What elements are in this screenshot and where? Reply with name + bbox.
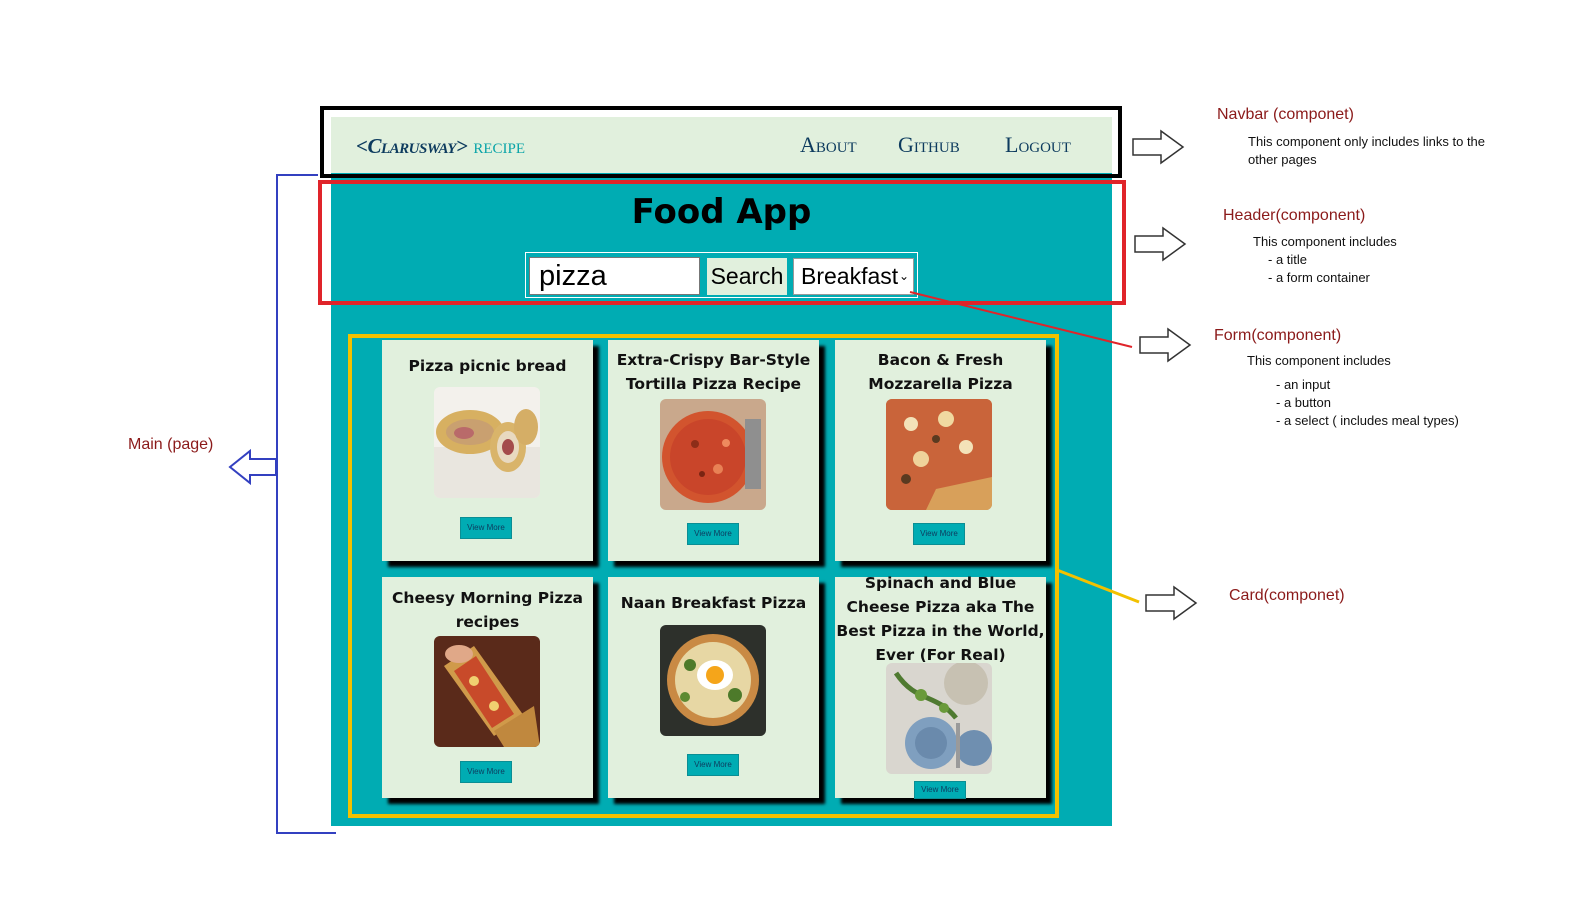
form-pointer-line bbox=[909, 291, 1133, 348]
annotation-header-line: - a title bbox=[1268, 252, 1308, 267]
annotation-header-title: Header(component) bbox=[1223, 207, 1366, 224]
left-arrow-icon bbox=[228, 448, 277, 486]
right-arrow-icon bbox=[1132, 129, 1185, 165]
annotation-form-line: - a select ( includes meal types) bbox=[1276, 413, 1459, 428]
navbar-highlight-box bbox=[320, 106, 1122, 178]
annotation-form-line: This component includes bbox=[1247, 353, 1391, 368]
right-arrow-icon bbox=[1145, 585, 1198, 621]
annotation-form-line: - an input bbox=[1276, 377, 1331, 392]
header-highlight-box bbox=[318, 180, 1126, 305]
annotation-form-line: - a button bbox=[1276, 395, 1331, 410]
annotation-navbar-line: other pages bbox=[1248, 152, 1317, 167]
card-grid-highlight-box bbox=[348, 334, 1059, 818]
annotation-main-title: Main (page) bbox=[128, 436, 214, 453]
annotation-navbar-line: This component only includes links to th… bbox=[1248, 134, 1486, 149]
right-arrow-icon bbox=[1134, 226, 1187, 262]
annotation-card-title: Card(componet) bbox=[1229, 587, 1345, 604]
right-arrow-icon bbox=[1139, 327, 1192, 363]
card-pointer-line bbox=[1056, 568, 1140, 604]
annotation-header-line: This component includes bbox=[1253, 234, 1397, 249]
annotation-navbar-title: Navbar (componet) bbox=[1217, 106, 1354, 123]
main-bracket bbox=[276, 174, 336, 834]
annotation-form-title: Form(component) bbox=[1214, 327, 1342, 344]
annotation-header-line: - a form container bbox=[1268, 270, 1370, 285]
